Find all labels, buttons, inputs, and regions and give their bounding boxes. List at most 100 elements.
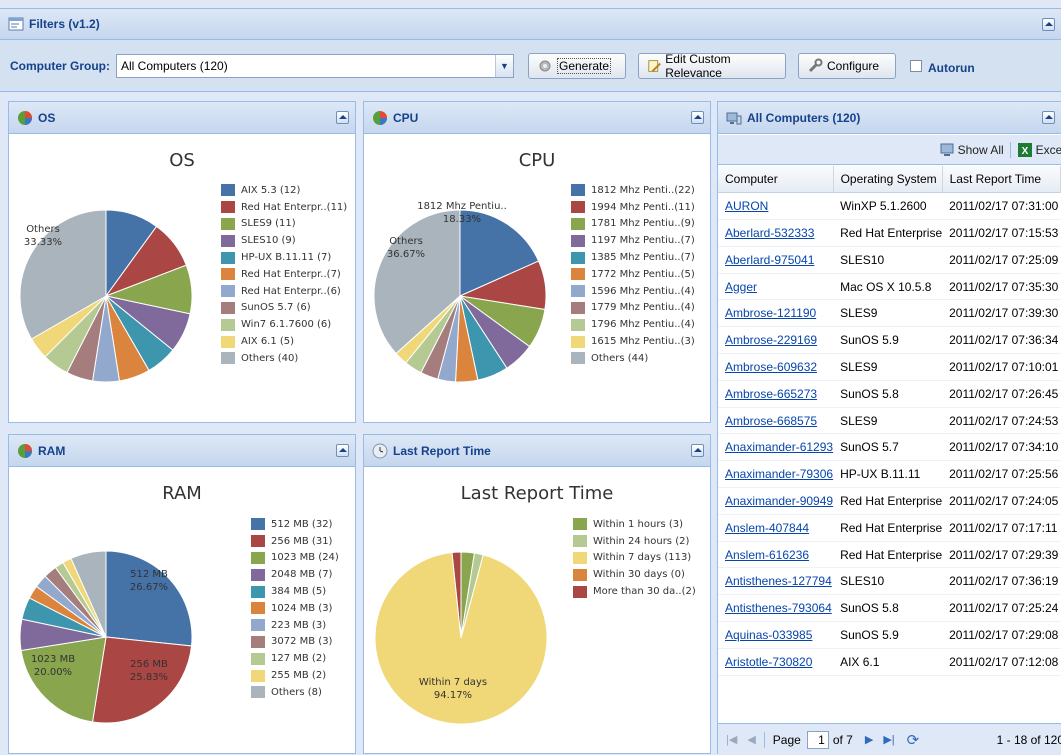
computer-name-link[interactable]: Ambrose-609632 (718, 354, 833, 381)
legend-item[interactable]: Red Hat Enterpr..(6) (221, 283, 347, 300)
table-row[interactable]: Agger Mac OS X 10.5.8 2011/02/17 07:35:30 (718, 273, 1061, 300)
legend-item[interactable]: AIX 5.3 (12) (221, 182, 347, 199)
legend-item[interactable]: 512 MB (32) (251, 516, 339, 533)
computer-name-link[interactable]: Anaximander-61293 (718, 434, 833, 461)
column-header-last-report-time[interactable]: Last Report Time (942, 166, 1061, 193)
generate-button[interactable]: Generate (528, 52, 626, 79)
legend-item[interactable]: 1781 Mhz Pentiu..(9) (571, 216, 695, 233)
filters-collapse-button[interactable] (1042, 17, 1055, 31)
computer-link[interactable]: Ambrose-609632 (725, 360, 817, 374)
legend-item[interactable]: 1779 Mhz Pentiu..(4) (571, 300, 695, 317)
legend-item[interactable]: 1796 Mhz Pentiu..(4) (571, 316, 695, 333)
computer-name-link[interactable]: Aquinas-033985 (718, 622, 833, 649)
legend-item[interactable]: 2048 MB (7) (251, 566, 339, 583)
computer-name-link[interactable]: Ambrose-121190 (718, 300, 833, 327)
legend-item[interactable]: SLES10 (9) (221, 232, 347, 249)
computer-link[interactable]: Ambrose-229169 (725, 333, 817, 347)
computer-name-link[interactable]: Antisthenes-127794 (718, 568, 833, 595)
computer-name-link[interactable]: Anaximander-79306 (718, 461, 833, 488)
first-page-icon[interactable]: |◀ (726, 733, 737, 746)
cpu-collapse-button[interactable] (691, 111, 704, 124)
computer-link[interactable]: Antisthenes-793064 (725, 601, 832, 615)
table-row[interactable]: Anaximander-61293 SunOS 5.7 2011/02/17 07:… (718, 434, 1061, 461)
legend-item[interactable]: 1023 MB (24) (251, 550, 339, 567)
legend-item[interactable]: 1197 Mhz Pentiu..(7) (571, 232, 695, 249)
next-page-icon[interactable]: ▶ (865, 733, 873, 746)
legend-item[interactable]: Others (40) (221, 350, 347, 367)
computer-link[interactable]: Agger (725, 280, 757, 294)
table-row[interactable]: Ambrose-609632 SLES9 2011/02/17 07:10:01 (718, 354, 1061, 381)
all-computers-collapse-button[interactable] (1042, 111, 1055, 124)
show-all-button[interactable]: Show All (958, 143, 1004, 157)
legend-item[interactable]: Red Hat Enterpr..(7) (221, 266, 347, 283)
legend-item[interactable]: 1812 Mhz Penti..(22) (571, 182, 695, 199)
legend-item[interactable]: Within 7 days (113) (573, 550, 696, 567)
legend-item[interactable]: Others (8) (251, 684, 339, 701)
legend-item[interactable]: Within 24 hours (2) (573, 533, 696, 550)
table-row[interactable]: Anaximander-79306 HP-UX B.11.11 2011/02/17… (718, 461, 1061, 488)
table-row[interactable]: Antisthenes-127794 SLES10 2011/02/17 07:36… (718, 568, 1061, 595)
computer-link[interactable]: Anaximander-61293 (725, 440, 833, 454)
ram-collapse-button[interactable] (336, 444, 349, 457)
edit-custom-relevance-button[interactable]: Edit Custom Relevance (638, 52, 786, 80)
computer-link[interactable]: Ambrose-668575 (725, 414, 817, 428)
legend-item[interactable]: 1615 Mhz Pentiu..(3) (571, 333, 695, 350)
legend-item[interactable]: Red Hat Enterpr..(11) (221, 199, 347, 216)
computer-link[interactable]: Anaximander-90949 (725, 494, 833, 508)
computer-link[interactable]: Aristotle-730820 (725, 655, 812, 669)
dropdown-arrow-icon[interactable]: ▼ (495, 54, 513, 77)
excel-export-button[interactable]: Excel (1036, 143, 1061, 157)
legend-item[interactable]: Within 30 days (0) (573, 566, 696, 583)
computer-name-link[interactable]: Anslem-616236 (718, 541, 833, 568)
last-page-icon[interactable]: ▶| (883, 733, 894, 746)
computer-name-link[interactable]: Aristotle-730820 (718, 648, 833, 675)
computer-link[interactable]: Aquinas-033985 (725, 628, 812, 642)
legend-item[interactable]: Others (44) (571, 350, 695, 367)
table-row[interactable]: Ambrose-229169 SunOS 5.9 2011/02/17 07:36:… (718, 327, 1061, 354)
last-report-time-collapse-button[interactable] (691, 444, 704, 457)
computer-name-link[interactable]: Antisthenes-793064 (718, 595, 833, 622)
table-row[interactable]: Ambrose-121190 SLES9 2011/02/17 07:39:30 (718, 300, 1061, 327)
computer-name-link[interactable]: Aberlard-975041 (718, 246, 833, 273)
legend-item[interactable]: SunOS 5.7 (6) (221, 300, 347, 317)
refresh-icon[interactable]: ⟳ (907, 731, 920, 749)
page-input[interactable]: 1 (806, 730, 829, 749)
table-row[interactable]: AURON WinXP 5.1.2600 2011/02/17 07:31:00 (718, 193, 1061, 220)
computer-link[interactable]: Antisthenes-127794 (725, 574, 832, 588)
table-row[interactable]: Ambrose-668575 SLES9 2011/02/17 07:24:53 (718, 407, 1061, 434)
legend-item[interactable]: 1772 Mhz Pentiu..(5) (571, 266, 695, 283)
legend-item[interactable]: HP-UX B.11.11 (7) (221, 249, 347, 266)
computer-link[interactable]: Anslem-407844 (725, 521, 809, 535)
table-row[interactable]: Anslem-616236 Red Hat Enterprise 2011/02/1… (718, 541, 1061, 568)
computer-name-link[interactable]: Anaximander-90949 (718, 488, 833, 515)
os-collapse-button[interactable] (336, 111, 349, 124)
prev-page-icon[interactable]: ◀ (747, 733, 755, 746)
legend-item[interactable]: 3072 MB (3) (251, 634, 339, 651)
table-row[interactable]: Aberlard-532333 Red Hat Enterprise 2011/02… (718, 220, 1061, 247)
computer-name-link[interactable]: Ambrose-665273 (718, 380, 833, 407)
legend-item[interactable]: 223 MB (3) (251, 617, 339, 634)
table-row[interactable]: Anslem-407844 Red Hat Enterprise 2011/02/1… (718, 514, 1061, 542)
computer-link[interactable]: Aberlard-975041 (725, 253, 814, 267)
legend-item[interactable]: SLES9 (11) (221, 216, 347, 233)
computer-link[interactable]: AURON (725, 199, 768, 213)
table-row[interactable]: Aquinas-033985 SunOS 5.9 2011/02/17 07:29:… (718, 622, 1061, 649)
computer-link[interactable]: Anaximander-79306 (725, 467, 833, 481)
computer-name-link[interactable]: Anslem-407844 (718, 514, 833, 541)
computer-name-link[interactable]: Agger (718, 273, 833, 300)
computer-name-link[interactable]: AURON (718, 193, 833, 220)
legend-item[interactable]: 127 MB (2) (251, 650, 339, 667)
legend-item[interactable]: More than 30 da..(2) (573, 583, 696, 600)
legend-item[interactable]: 1024 MB (3) (251, 600, 339, 617)
table-row[interactable]: Antisthenes-793064 SunOS 5.8 2011/02/17 07… (718, 595, 1061, 622)
legend-item[interactable]: 255 MB (2) (251, 667, 339, 684)
legend-item[interactable]: 1994 Mhz Penti..(11) (571, 199, 695, 216)
computer-group-select[interactable]: All Computers (120) ▼ (116, 53, 514, 78)
autorun-checkbox[interactable] (910, 59, 922, 72)
legend-item[interactable]: 1596 Mhz Pentiu..(4) (571, 283, 695, 300)
table-row[interactable]: Aberlard-975041 SLES10 2011/02/17 07:25:09 (718, 246, 1061, 274)
legend-item[interactable]: Win7 6.1.7600 (6) (221, 316, 347, 333)
computer-link[interactable]: Aberlard-532333 (725, 226, 814, 240)
pie-slice[interactable] (105, 550, 193, 647)
computer-link[interactable]: Ambrose-665273 (725, 387, 817, 401)
